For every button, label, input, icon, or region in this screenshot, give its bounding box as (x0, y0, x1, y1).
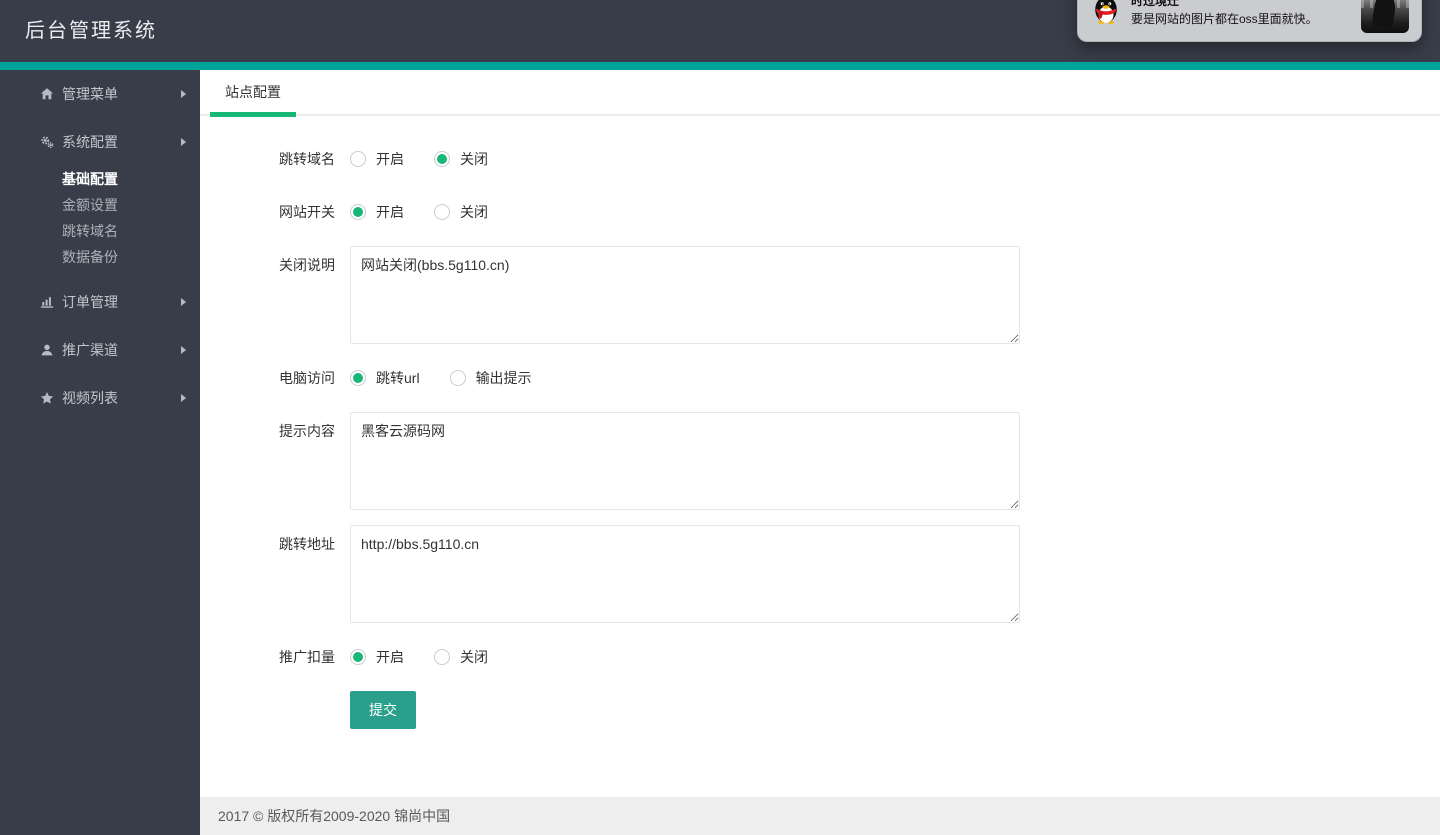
sidebar-item-video-list[interactable]: 视频列表 (0, 374, 200, 422)
app-title: 后台管理系统 (25, 20, 157, 42)
main-content: 站点配置 跳转域名 开启 关闭 网站开关 开启 关闭 关闭说明 网站关闭(bbs.5g110.… (200, 70, 1440, 835)
form-item-pc-access: 电脑访问 跳转url 输出提示 (225, 359, 1440, 397)
radio-option-jump-domain-switch-0[interactable]: 开启 (350, 149, 404, 169)
radio-option-promo-deduction-1[interactable]: 关闭 (434, 647, 488, 667)
radio-checked-icon[interactable] (350, 204, 366, 220)
form-content-tip-content: 黑客云源码网 (350, 412, 1020, 510)
form-label-promo-deduction: 推广扣量 (279, 649, 335, 665)
radio-option-pc-access-1[interactable]: 输出提示 (449, 368, 532, 388)
copyright-text: 2017 © 版权所有2009-2020 锦尚中国 (218, 808, 451, 824)
form-item-promo-deduction: 推广扣量 开启 关闭 (225, 638, 1440, 676)
form-label-site-switch: 网站开关 (279, 204, 335, 220)
form-content-jump-domain-switch: 开启 关闭 (350, 140, 518, 178)
chevron-right-icon (181, 138, 186, 146)
sidebar-item-label: 管理菜单 (62, 86, 118, 102)
radio-option-label: 关闭 (460, 151, 488, 167)
radio-option-label: 开启 (376, 649, 404, 665)
form-label-jump-domain-switch: 跳转域名 (279, 151, 335, 167)
sidebar-item-label: 系统配置 (62, 134, 118, 150)
radio-option-label: 开启 (376, 151, 404, 167)
user-icon (40, 343, 56, 358)
form-item-jump-domain-switch: 跳转域名 开启 关闭 (225, 140, 1440, 178)
notification-text: 时过境迁 要是网站的图片都在oss里面就快。 (1131, 0, 1361, 28)
radio-checked-icon[interactable] (350, 370, 366, 386)
footer: 2017 © 版权所有2009-2020 锦尚中国 (200, 797, 1440, 835)
star-icon (40, 391, 56, 406)
radio-unchecked-icon[interactable] (434, 204, 450, 220)
sidebar-subitem-basic-config[interactable]: 基础配置 (0, 166, 200, 192)
form-label-close-note: 关闭说明 (279, 257, 335, 273)
tab-site-config[interactable]: 站点配置 (210, 70, 296, 117)
sidebar-subitem-data-backup[interactable]: 数据备份 (0, 244, 200, 270)
bar-chart-icon (40, 295, 56, 310)
chevron-right-icon (181, 394, 186, 402)
radio-option-pc-access-0[interactable]: 跳转url (350, 368, 420, 388)
radio-unchecked-icon[interactable] (434, 649, 450, 665)
sidebar-subitem-amount-settings[interactable]: 金额设置 (0, 192, 200, 218)
sidebar-submenu: 基础配置 金额设置 跳转域名 数据备份 (0, 166, 200, 270)
close-note-textarea[interactable]: 网站关闭(bbs.5g110.cn) (350, 246, 1020, 344)
form-label-tip-content: 提示内容 (279, 423, 335, 439)
sidebar-item-system-config[interactable]: 系统配置 (0, 118, 200, 166)
form-item-submit: 提交 (225, 691, 1440, 729)
sidebar: 管理菜单系统配置基础配置 金额设置 跳转域名 数据备份订单管理推广渠道视频列表 (0, 70, 200, 835)
notification-message: 要是网站的图片都在oss里面就快。 (1131, 12, 1318, 26)
radio-option-site-switch-0[interactable]: 开启 (350, 202, 404, 222)
radio-option-label: 关闭 (460, 649, 488, 665)
radio-option-jump-domain-switch-1[interactable]: 关闭 (434, 149, 488, 169)
form-content-pc-access: 跳转url 输出提示 (350, 359, 562, 397)
form-content-site-switch: 开启 关闭 (350, 193, 518, 231)
sidebar-item-label: 推广渠道 (62, 342, 118, 358)
radio-option-promo-deduction-0[interactable]: 开启 (350, 647, 404, 667)
radio-option-label: 关闭 (460, 204, 488, 220)
sidebar-item-label: 视频列表 (62, 390, 118, 406)
jump-address-textarea[interactable]: http://bbs.5g110.cn (350, 525, 1020, 623)
form-label-empty (225, 691, 335, 729)
radio-unchecked-icon[interactable] (350, 151, 366, 167)
chevron-right-icon (181, 346, 186, 354)
tip-content-textarea[interactable]: 黑客云源码网 (350, 412, 1020, 510)
form-item-close-note: 关闭说明 网站关闭(bbs.5g110.cn) (225, 246, 1440, 344)
site-config-form: 跳转域名 开启 关闭 网站开关 开启 关闭 关闭说明 网站关闭(bbs.5g110.cn) 电脑… (200, 116, 1440, 729)
form-item-jump-address: 跳转地址 http://bbs.5g110.cn (225, 525, 1440, 623)
radio-option-label: 跳转url (376, 370, 420, 386)
sidebar-item-admin-menu[interactable]: 管理菜单 (0, 70, 200, 118)
radio-unchecked-icon[interactable] (449, 370, 466, 386)
notification-thumbnail (1361, 0, 1409, 33)
sidebar-subitem-jump-domain[interactable]: 跳转域名 (0, 218, 200, 244)
gears-icon (40, 135, 56, 150)
accent-stripe (0, 62, 1440, 70)
form-item-tip-content: 提示内容 黑客云源码网 (225, 412, 1440, 510)
chevron-right-icon (181, 90, 186, 98)
chevron-right-icon (181, 298, 186, 306)
form-content-promo-deduction: 开启 关闭 (350, 638, 518, 676)
form-label-jump-address: 跳转地址 (279, 536, 335, 552)
home-icon (40, 87, 56, 102)
form-content-close-note: 网站关闭(bbs.5g110.cn) (350, 246, 1020, 344)
form-content-submit: 提交 (350, 691, 416, 729)
qq-penguin-icon (1091, 0, 1121, 25)
tab-bar: 站点配置 (200, 70, 1440, 117)
radio-option-label: 输出提示 (475, 370, 532, 386)
form-content-jump-address: http://bbs.5g110.cn (350, 525, 1020, 623)
radio-option-label: 开启 (376, 204, 404, 220)
radio-option-site-switch-1[interactable]: 关闭 (434, 202, 488, 222)
notification-title: 时过境迁 (1131, 0, 1180, 8)
notification-toast[interactable]: 时过境迁 要是网站的图片都在oss里面就快。 (1077, 0, 1422, 42)
radio-checked-icon[interactable] (350, 649, 366, 665)
sidebar-item-promotion-channel[interactable]: 推广渠道 (0, 326, 200, 374)
submit-button[interactable]: 提交 (350, 691, 416, 729)
sidebar-item-order-management[interactable]: 订单管理 (0, 278, 200, 326)
sidebar-item-label: 订单管理 (62, 294, 118, 310)
form-item-site-switch: 网站开关 开启 关闭 (225, 193, 1440, 231)
form-label-pc-access: 电脑访问 (279, 370, 335, 386)
radio-checked-icon[interactable] (434, 151, 450, 167)
